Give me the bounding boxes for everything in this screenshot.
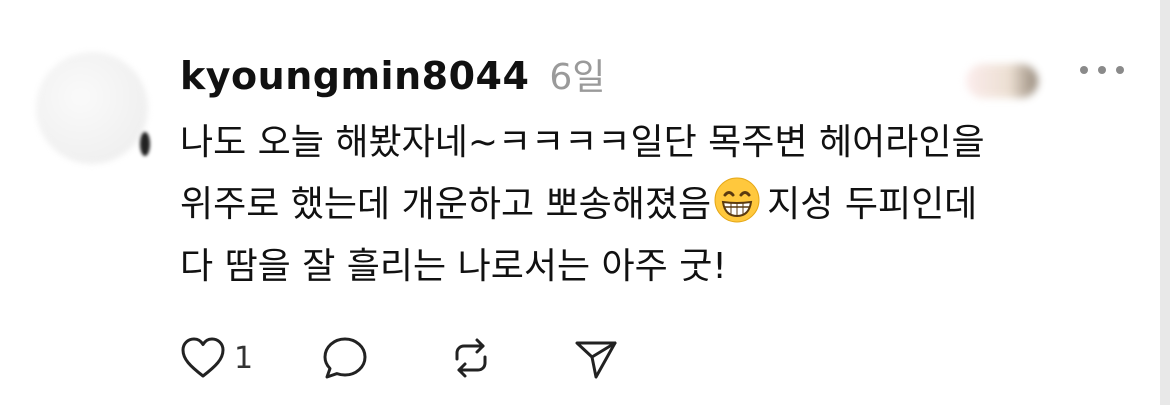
- like-button[interactable]: 1: [180, 336, 253, 380]
- action-bar: 1: [180, 332, 619, 384]
- blurred-decoration: [966, 64, 1038, 98]
- comment-body: 나도 오늘 해봤자네~ㅋㅋㅋㅋ일단 목주변 헤어라인을 위주로 했는데 개운하고…: [180, 112, 1140, 298]
- comment-line-1: 나도 오늘 해봤자네~ㅋㅋㅋㅋ일단 목주변 헤어라인을: [180, 122, 985, 163]
- share-button[interactable]: [573, 335, 619, 381]
- timestamp: 6일: [549, 57, 606, 98]
- like-count: 1: [234, 340, 254, 376]
- more-dot: [1080, 66, 1088, 74]
- avatar-edge: [140, 132, 150, 156]
- comment-line-3: 다 땀을 잘 흘리는 나로서는 아주 굿!: [180, 246, 727, 287]
- comment-line-2: 위주로 했는데 개운하고 뽀송해졌음 지성 두피인데: [180, 174, 1140, 236]
- more-dots-icon[interactable]: [1080, 62, 1124, 78]
- more-dot: [1116, 66, 1124, 74]
- comment-line-2-tail: 지성 두피인데: [767, 184, 978, 225]
- repost-button[interactable]: [447, 335, 495, 381]
- username[interactable]: kyoungmin8044: [180, 54, 529, 98]
- heart-icon: [181, 337, 225, 378]
- more-dot: [1098, 66, 1106, 74]
- send-icon: [575, 341, 617, 379]
- avatar[interactable]: [36, 52, 148, 164]
- grinning-emoji-icon: [714, 177, 760, 223]
- reply-button[interactable]: [321, 335, 369, 381]
- right-edge-border: [1160, 0, 1170, 405]
- comment-header: kyoungmin8044 6일: [180, 48, 605, 100]
- comment-line-2-text: 위주로 했는데 개운하고 뽀송해졌음: [180, 184, 712, 225]
- comment-bubble-icon: [323, 337, 367, 379]
- repost-icon: [455, 338, 487, 378]
